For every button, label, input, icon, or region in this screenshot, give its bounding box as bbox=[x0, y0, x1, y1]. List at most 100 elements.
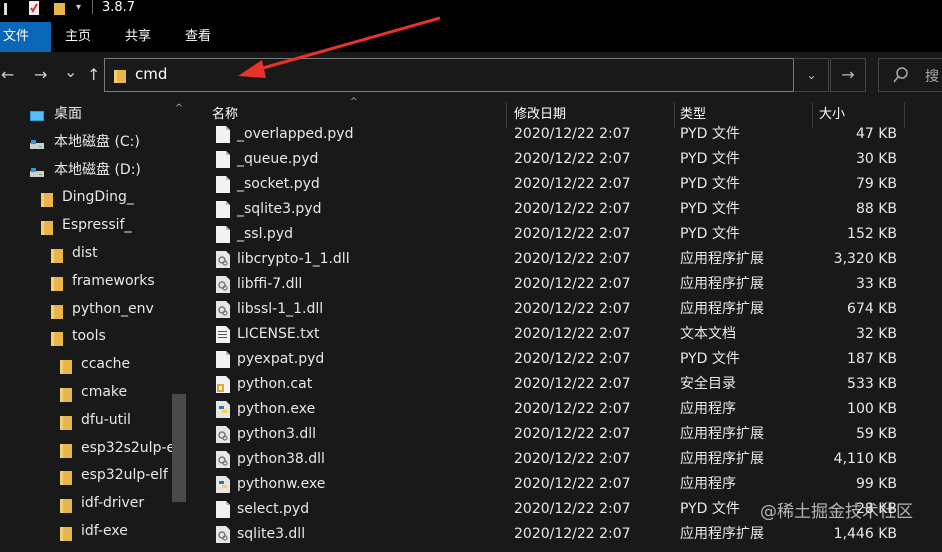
nav-item-label: python_env bbox=[72, 300, 154, 317]
nav-item[interactable]: idf-driver bbox=[0, 490, 170, 516]
nav-item[interactable]: cmake bbox=[0, 379, 170, 405]
file-type: 应用程序扩展 bbox=[680, 276, 764, 292]
file-date: 2020/12/22 2:07 bbox=[514, 451, 631, 467]
file-icon bbox=[216, 226, 230, 243]
forward-button[interactable]: → bbox=[34, 66, 47, 84]
search-box[interactable]: 搜 bbox=[878, 58, 942, 92]
recent-locations-button[interactable]: ⌄ bbox=[64, 63, 77, 81]
nav-item[interactable]: tools bbox=[0, 323, 170, 349]
tab-home[interactable]: 主页 bbox=[65, 22, 91, 52]
nav-item[interactable]: dfu-util bbox=[0, 407, 170, 433]
folder-icon bbox=[59, 496, 73, 514]
file-row[interactable]: libssl-1_1.dll 2020/12/22 2:07 应用程序扩展 674 K… bbox=[190, 297, 942, 322]
file-date: 2020/12/22 2:07 bbox=[514, 476, 631, 492]
tab-file[interactable]: 文件 bbox=[0, 22, 51, 52]
file-name: pythonw.exe bbox=[237, 476, 326, 492]
file-row[interactable]: libcrypto-1_1.dll 2020/12/22 2:07 应用程序扩展 3,… bbox=[190, 247, 942, 272]
nav-item-label: frameworks bbox=[72, 272, 155, 289]
file-type: 应用程序扩展 bbox=[680, 451, 764, 467]
file-type: 应用程序扩展 bbox=[680, 426, 764, 442]
nav-item[interactable]: DingDing_ bbox=[0, 184, 170, 210]
nav-item[interactable]: frameworks bbox=[0, 268, 170, 294]
nav-item[interactable]: esp32s2ulp-e bbox=[0, 435, 175, 461]
folder-icon bbox=[40, 190, 54, 208]
file-name: LICENSE.txt bbox=[237, 326, 320, 342]
nav-item-label: tools bbox=[72, 328, 106, 345]
file-row[interactable]: python.exe 2020/12/22 2:07 应用程序 100 KB bbox=[190, 397, 942, 422]
file-row[interactable]: sqlite3.dll 2020/12/22 2:07 应用程序扩展 1,446 KB bbox=[190, 522, 942, 547]
file-size: 47 KB bbox=[855, 126, 897, 142]
file-date: 2020/12/22 2:07 bbox=[514, 526, 631, 542]
nav-item[interactable]: 本地磁盘 (D:) bbox=[0, 157, 170, 183]
nav-item[interactable]: esp32ulp-elf bbox=[0, 462, 170, 488]
file-row[interactable]: _overlapped.pyd 2020/12/22 2:07 PYD 文件 47 K… bbox=[190, 122, 942, 147]
customize-quick-access-icon[interactable]: ▾ bbox=[76, 0, 81, 16]
dll-icon bbox=[216, 426, 230, 443]
folder-icon bbox=[59, 413, 73, 430]
dll-icon bbox=[216, 251, 230, 268]
nav-item-label: idf-exe bbox=[81, 523, 128, 539]
tab-view[interactable]: 查看 bbox=[185, 22, 211, 52]
watermark: @稀土掘金技术社区 bbox=[760, 502, 913, 522]
folder-icon bbox=[114, 70, 126, 83]
file-row[interactable]: python.cat 2020/12/22 2:07 安全目录 533 KB bbox=[190, 372, 942, 397]
file-row[interactable]: python3.dll 2020/12/22 2:07 应用程序扩展 59 KB bbox=[190, 422, 942, 447]
navigation-pane: 桌面 本地磁盘 (C:) 本地磁盘 (D:) DingDing_ Espressif_ d… bbox=[0, 100, 190, 541]
file-type: PYD 文件 bbox=[680, 201, 740, 217]
nav-item[interactable]: Espressif_ bbox=[0, 212, 170, 238]
file-row[interactable]: _sqlite3.pyd 2020/12/22 2:07 PYD 文件 88 KB bbox=[190, 197, 942, 222]
nav-item[interactable]: 桌面 bbox=[0, 101, 170, 127]
file-row[interactable]: _queue.pyd 2020/12/22 2:07 PYD 文件 30 KB bbox=[190, 147, 942, 172]
file-row[interactable]: _socket.pyd 2020/12/22 2:07 PYD 文件 79 KB bbox=[190, 172, 942, 197]
nav-item[interactable]: dist bbox=[0, 240, 170, 266]
file-name: python3.dll bbox=[237, 426, 316, 442]
nav-item[interactable]: 本地磁盘 (C:) bbox=[0, 129, 170, 155]
folder-icon bbox=[59, 385, 73, 402]
address-dropdown-button[interactable]: ⌄ bbox=[795, 58, 829, 92]
file-date: 2020/12/22 2:07 bbox=[514, 501, 631, 517]
search-placeholder: 搜 bbox=[925, 69, 939, 85]
dll-icon bbox=[216, 301, 230, 318]
file-name: select.pyd bbox=[237, 501, 310, 517]
nav-item[interactable]: python_env bbox=[0, 296, 170, 322]
address-bar[interactable]: cmd bbox=[104, 58, 794, 92]
folder-icon bbox=[59, 524, 73, 541]
file-row[interactable]: python38.dll 2020/12/22 2:07 应用程序扩展 4,110 K… bbox=[190, 447, 942, 472]
file-date: 2020/12/22 2:07 bbox=[514, 276, 631, 292]
back-button[interactable]: ← bbox=[1, 66, 14, 84]
dll-icon bbox=[216, 526, 230, 543]
file-type: 应用程序扩展 bbox=[680, 526, 764, 542]
file-row[interactable]: LICENSE.txt 2020/12/22 2:07 文本文档 32 KB bbox=[190, 322, 942, 347]
nav-item-label: esp32s2ulp-e bbox=[81, 439, 176, 456]
file-date: 2020/12/22 2:07 bbox=[514, 401, 631, 417]
file-name: libffi-7.dll bbox=[237, 276, 303, 292]
nav-item[interactable]: ccache bbox=[0, 351, 170, 377]
desktop-icon bbox=[30, 107, 44, 122]
folder-icon bbox=[50, 302, 64, 319]
window-title: 3.8.7 bbox=[102, 0, 136, 15]
scroll-up-icon[interactable]: ^ bbox=[172, 100, 186, 118]
nav-scrollbar-thumb[interactable] bbox=[172, 394, 186, 502]
file-row[interactable]: libffi-7.dll 2020/12/22 2:07 应用程序扩展 33 KB bbox=[190, 272, 942, 297]
address-input[interactable]: cmd bbox=[135, 65, 167, 83]
file-row[interactable]: pyexpat.pyd 2020/12/22 2:07 PYD 文件 187 KB bbox=[190, 347, 942, 372]
nav-item[interactable]: idf-exe bbox=[0, 518, 170, 544]
file-date: 2020/12/22 2:07 bbox=[514, 201, 631, 217]
tab-share[interactable]: 共享 bbox=[125, 22, 151, 52]
file-name: libcrypto-1_1.dll bbox=[237, 251, 350, 267]
properties-check-icon[interactable] bbox=[28, 1, 40, 15]
title-divider bbox=[92, 0, 93, 14]
go-button[interactable]: → bbox=[830, 58, 866, 92]
file-date: 2020/12/22 2:07 bbox=[514, 326, 631, 342]
file-type: PYD 文件 bbox=[680, 501, 740, 517]
search-icon bbox=[893, 67, 908, 83]
file-name: _overlapped.pyd bbox=[237, 126, 354, 142]
quick-access-folder-icon[interactable] bbox=[4, 1, 16, 15]
new-folder-icon[interactable] bbox=[54, 1, 66, 15]
up-button[interactable]: ↑ bbox=[87, 66, 100, 84]
file-row[interactable]: pythonw.exe 2020/12/22 2:07 应用程序 99 KB bbox=[190, 472, 942, 497]
file-row[interactable]: _ssl.pyd 2020/12/22 2:07 PYD 文件 152 KB bbox=[190, 222, 942, 247]
nav-item-label: 本地磁盘 (C:) bbox=[54, 133, 140, 150]
dll-icon bbox=[216, 451, 230, 468]
file-name: _queue.pyd bbox=[237, 151, 319, 167]
